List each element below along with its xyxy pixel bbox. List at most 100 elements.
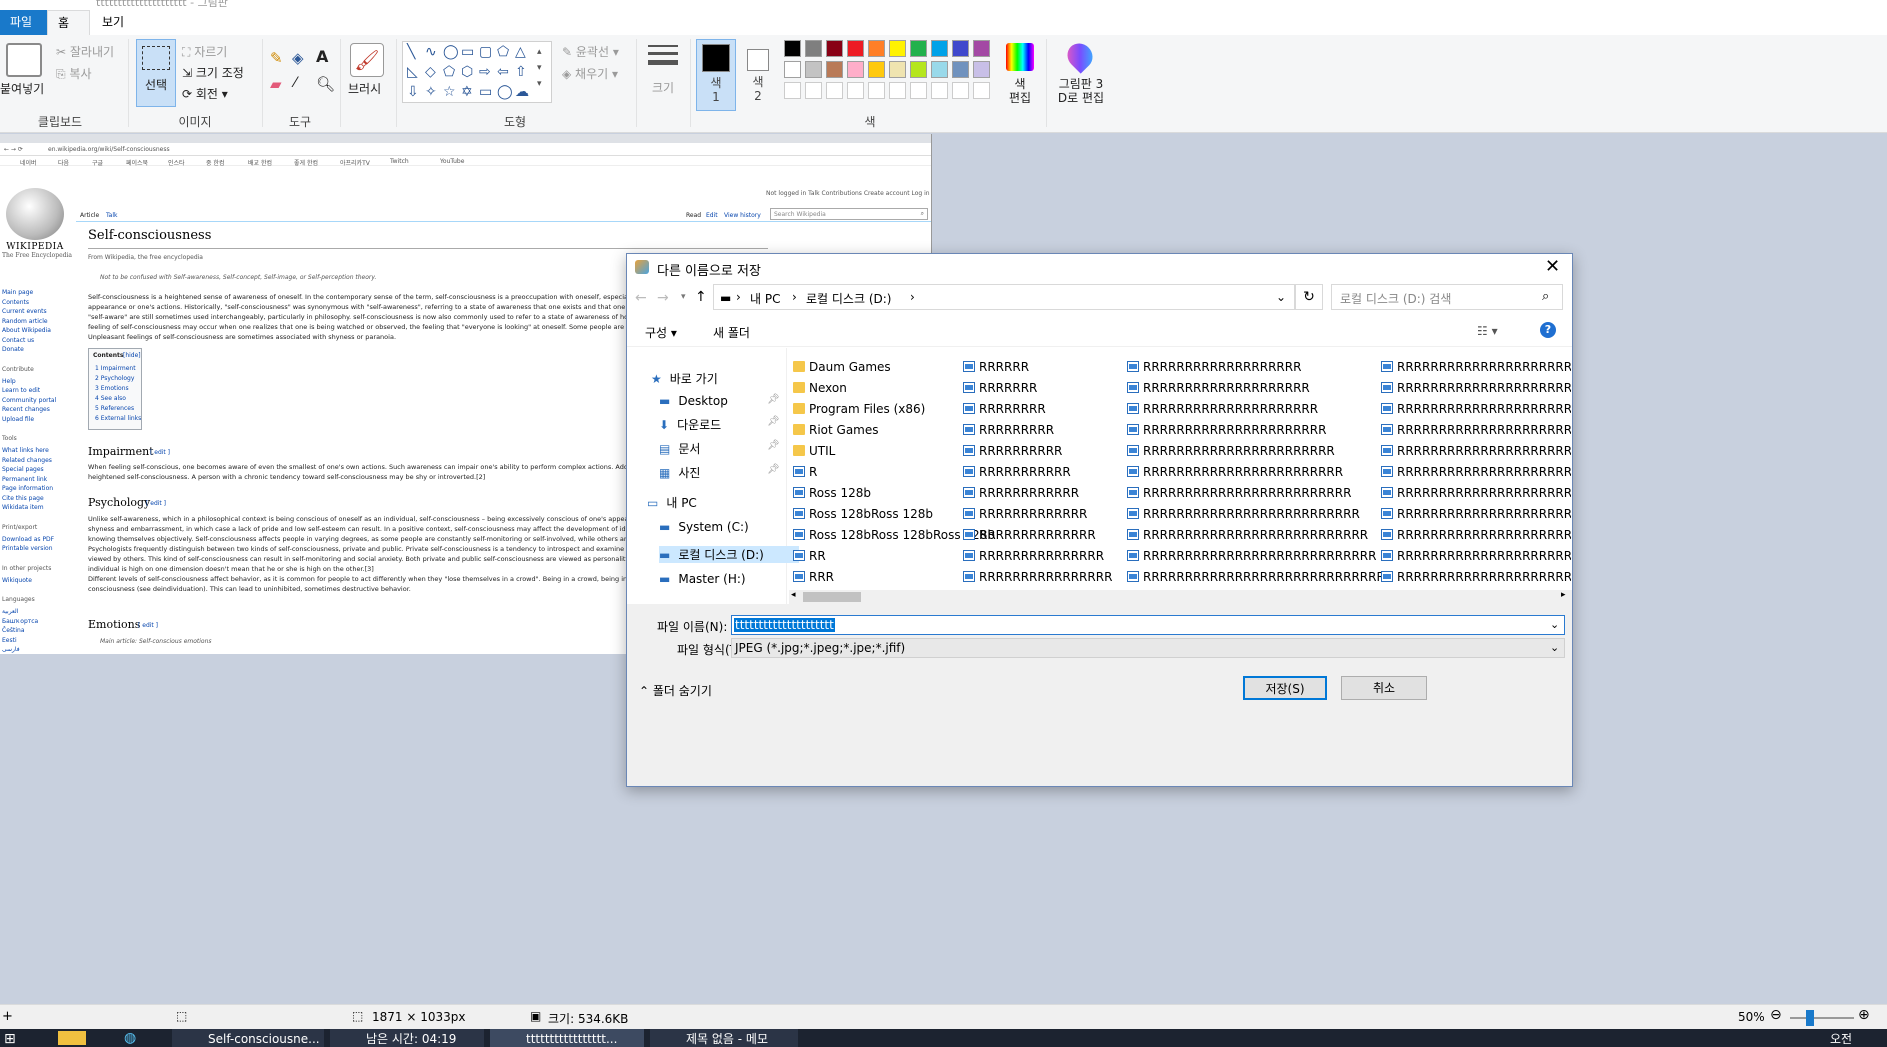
save-button[interactable]: 저장(S) (1243, 676, 1327, 700)
nav-item[interactable]: ▬ System (C:) (659, 520, 749, 534)
color1-button[interactable]: 색1 (696, 39, 736, 111)
file-item[interactable]: RRRRRRRRRRRRRRRRRRRRRRRR (1127, 463, 1343, 481)
toc-hide-link[interactable]: [hide] (123, 352, 141, 359)
bookmark-item[interactable]: 네이버 (20, 158, 37, 167)
pin-icon[interactable]: 📌︎ (767, 394, 780, 405)
bookmark-item[interactable]: 아프리카TV (340, 158, 370, 167)
nav-item[interactable]: ★ 바로 가기 (651, 370, 718, 387)
edit-psychology-link[interactable]: [ edit ] (146, 500, 166, 507)
sidebar-link[interactable]: Help (2, 377, 16, 387)
file-explorer-icon[interactable] (58, 1031, 86, 1045)
breadcrumb-drive-d[interactable]: 로컬 디스크 (D:) (806, 290, 891, 307)
back-icon[interactable]: ← (635, 290, 647, 306)
pentagon-shape-icon[interactable]: ⬠ (443, 64, 455, 80)
pin-icon[interactable]: 📌︎ (767, 464, 780, 475)
pin-icon[interactable]: 📌︎ (767, 416, 780, 427)
file-item[interactable]: RRRRRRRRRRRR (963, 484, 1079, 502)
custom-color-slot[interactable] (868, 82, 885, 99)
file-item[interactable]: UTIL (793, 442, 835, 460)
six-star-shape-icon[interactable]: ✡ (461, 84, 473, 100)
sidebar-link[interactable]: فارسی (2, 645, 20, 654)
hide-folders-button[interactable]: ⌃ 폴더 숨기기 (639, 682, 712, 699)
callout-rect-shape-icon[interactable]: ▭ (479, 84, 492, 100)
file-item[interactable]: RRRRRRRRRRRRRRRRRRRRRRRRRRRRRRRRRR (1381, 505, 1571, 523)
file-item[interactable]: RRRRRRRRR (963, 421, 1054, 439)
nav-item[interactable]: ▦ 사진 📌︎ (659, 464, 780, 481)
sidebar-link[interactable]: Permanent link (2, 475, 47, 485)
file-item[interactable]: Ross 128bRoss 128b (793, 505, 933, 523)
toc-item[interactable]: 3 Emotions (95, 385, 129, 392)
down-arrow-shape-icon[interactable]: ⇩ (407, 84, 419, 100)
hexagon-shape-icon[interactable]: ⬡ (461, 64, 473, 80)
taskbar-item-paint[interactable]: ttttttttttttttttt... (490, 1029, 644, 1047)
color-swatch[interactable] (805, 61, 822, 78)
color-swatch[interactable] (931, 61, 948, 78)
sidebar-link[interactable]: What links here (2, 446, 49, 456)
color-swatch[interactable] (784, 40, 801, 57)
diamond-shape-icon[interactable]: ◇ (425, 64, 436, 80)
breadcrumb-pc[interactable]: 내 PC (750, 290, 780, 307)
sidebar-link[interactable]: Wikidata item (2, 503, 44, 513)
wiki-search-input[interactable]: Search Wikipedia ⌕ (770, 208, 928, 220)
taskbar-item-timer[interactable]: 남은 시간: 04:19 (330, 1029, 484, 1047)
file-item[interactable]: RRRRRRRRRRRRRRR (963, 547, 1104, 565)
file-item[interactable]: RRRRRRRRRRRRRRRRRRRRRRRRRRR (1127, 526, 1368, 544)
triangle-shape-icon[interactable]: △ (515, 44, 526, 60)
color-swatch[interactable] (784, 61, 801, 78)
eraser-icon[interactable]: ▰ (270, 75, 282, 93)
refresh-icon[interactable]: ↻ (1295, 284, 1323, 310)
oval-shape-icon[interactable]: ◯ (443, 44, 459, 60)
up-folder-icon[interactable]: ↑ (695, 289, 707, 305)
wiki-tab-talk[interactable]: Talk (106, 212, 118, 219)
search-icon[interactable]: ⌕ (1542, 289, 1549, 304)
cancel-button[interactable]: 취소 (1341, 676, 1427, 700)
file-item[interactable]: RRRRRRRRRRRRR (963, 505, 1087, 523)
file-item[interactable]: RRRRRRRRRRRRRRRRRRRRRRRRRRRRRRRRRR (1381, 358, 1571, 376)
bookmark-item[interactable]: 중 한컴 (206, 158, 224, 167)
color-swatch[interactable] (889, 40, 906, 57)
bookmark-item[interactable]: 다음 (58, 158, 69, 167)
wiki-tab-history[interactable]: View history (724, 212, 761, 219)
scroll-right-icon[interactable]: ▸ (1561, 590, 1566, 600)
bookmark-item[interactable]: 배교 한컴 (248, 158, 272, 167)
wiki-search-icon[interactable]: ⌕ (921, 210, 924, 218)
zoom-out-icon[interactable]: ⊖ (1770, 1007, 1782, 1023)
color-swatch[interactable] (826, 61, 843, 78)
filetype-select[interactable]: JPEG (*.jpg;*.jpeg;*.jpe;*.jfif) ⌄ (731, 638, 1565, 658)
color-swatch[interactable] (868, 61, 885, 78)
taskbar-item-chrome[interactable]: Self-consciousne... (172, 1029, 324, 1047)
zoom-in-icon[interactable]: ⊕ (1858, 1007, 1870, 1023)
file-item[interactable]: RRRRRRRRRRRRRRRRRRRRRRRRRRRR (1127, 547, 1376, 565)
size-button[interactable]: 크기 (652, 79, 674, 96)
sidebar-link[interactable]: Wikiquote (2, 576, 32, 586)
file-item[interactable]: RRRRRRRRRRRRRRRRRRRRRR (1127, 421, 1326, 439)
wiki-tab-edit[interactable]: Edit (706, 212, 718, 219)
file-item[interactable]: RRRRRRRRRRRRRRRRRRRRRRRRRRRRRRRRRR (1381, 463, 1571, 481)
tab-view[interactable]: 보기 (92, 10, 134, 35)
sidebar-link[interactable]: Printable version (2, 544, 53, 554)
line-shape-icon[interactable]: ╲ (407, 44, 415, 60)
sidebar-link[interactable]: Community portal (2, 396, 56, 406)
close-icon[interactable]: ✕ (1545, 256, 1560, 277)
taskbar-item-notepad[interactable]: 제목 없음 - 메모 (650, 1029, 798, 1047)
right-triangle-shape-icon[interactable]: ◺ (407, 64, 418, 80)
fill-icon[interactable]: ◈ (292, 49, 304, 67)
zoom-slider[interactable] (1790, 1017, 1854, 1019)
sidebar-link[interactable]: Donate (2, 345, 24, 355)
bookmark-item[interactable]: YouTube (440, 158, 464, 165)
nav-item[interactable]: ▤ 문서 📌︎ (659, 440, 780, 457)
wiki-tab-article[interactable]: Article (80, 212, 99, 219)
view-options-icon[interactable]: ☷ ▾ (1477, 324, 1498, 338)
filename-dropdown-icon[interactable]: ⌄ (1550, 618, 1559, 631)
sidebar-link[interactable]: Download as PDF (2, 535, 54, 545)
text-icon[interactable]: A (316, 47, 328, 66)
file-item[interactable]: R (793, 463, 817, 481)
edit-impairment-link[interactable]: [ edit ] (150, 449, 170, 456)
rect-shape-icon[interactable]: ▭ (461, 44, 474, 60)
edit-with-paint3d-button[interactable]: 그림판 3 D로 편집 (1054, 77, 1108, 105)
bookmark-item[interactable]: 좋게 한컴 (294, 158, 318, 167)
color-swatch[interactable] (805, 40, 822, 57)
sidebar-link[interactable]: Recent changes (2, 405, 50, 415)
nav-item[interactable]: ▭ 내 PC (647, 494, 697, 511)
custom-color-slot[interactable] (910, 82, 927, 99)
